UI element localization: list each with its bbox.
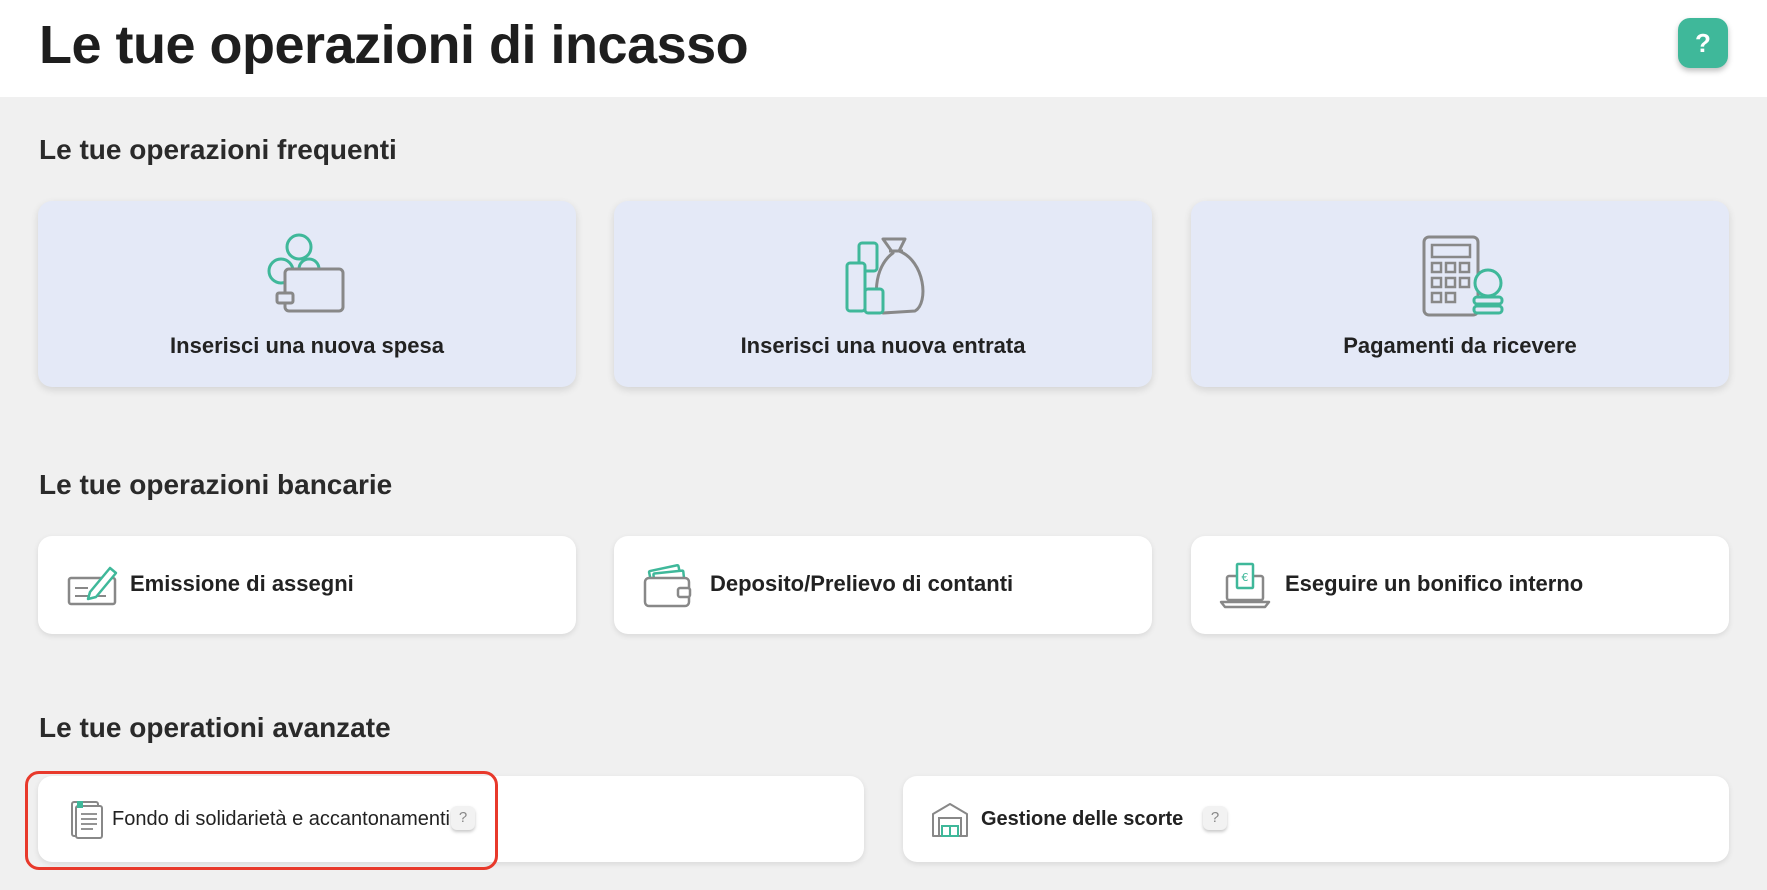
card-new-expense[interactable]: Inserisci una nuova spesa <box>38 201 576 387</box>
section-title-banking: Le tue operazioni bancarie <box>39 469 393 500</box>
page-title: Le tue operazioni di incasso <box>39 15 749 75</box>
wallet-cash-icon <box>643 563 692 608</box>
card-label: Inserisci una nuova entrata <box>740 333 1026 358</box>
card-label: Gestione delle scorte <box>981 808 1184 830</box>
card-label: Fondo di solidarietà e accantonamenti <box>112 808 450 830</box>
card-issue-checks[interactable]: Emissione di assegni <box>38 536 576 634</box>
section-title-frequent: Le tue operazioni frequenti <box>39 134 397 165</box>
info-button[interactable]: ? <box>451 806 475 830</box>
help-button[interactable]: ? <box>1678 18 1728 68</box>
document-list-icon <box>71 801 103 839</box>
wallet-coins-icon <box>267 233 345 313</box>
card-cash-deposit-withdrawal[interactable]: Deposito/Prelievo di contanti <box>614 536 1152 634</box>
section-title-advanced: Le tue operationi avanzate <box>39 712 391 743</box>
laptop-transfer-icon: € <box>1219 562 1271 609</box>
check-pen-icon <box>67 566 118 606</box>
card-inventory-management[interactable]: Gestione delle scorte ? <box>903 776 1729 862</box>
card-label: Inserisci una nuova spesa <box>170 333 444 358</box>
svg-text:€: € <box>1242 571 1249 584</box>
card-new-income[interactable]: Inserisci una nuova entrata <box>614 201 1152 387</box>
card-label: Deposito/Prelievo di contanti <box>710 571 1014 596</box>
card-internal-transfer[interactable]: € Eseguire un bonifico interno <box>1191 536 1729 634</box>
money-bag-coins-icon <box>845 237 925 315</box>
card-label: Emissione di assegni <box>130 571 354 596</box>
calculator-coins-icon <box>1422 235 1504 317</box>
page-header: Le tue operazioni di incasso ? <box>0 0 1767 97</box>
card-label: Eseguire un bonifico interno <box>1285 571 1584 596</box>
card-payments-to-receive[interactable]: Pagamenti da ricevere <box>1191 201 1729 387</box>
card-label: Pagamenti da ricevere <box>1343 333 1577 358</box>
info-button[interactable]: ? <box>1203 806 1227 830</box>
card-solidarity-fund[interactable]: Fondo di solidarietà e accantonamenti ? <box>38 776 864 862</box>
warehouse-icon <box>932 803 968 837</box>
